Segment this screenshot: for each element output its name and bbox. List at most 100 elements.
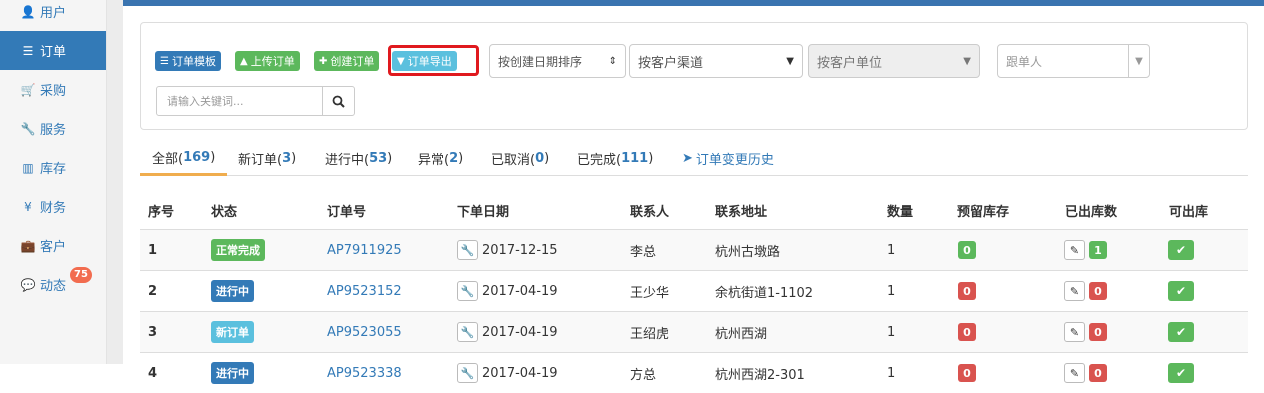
table-row: 2 进行中 AP9523152 🔧 2017-04-19 王少华 余杭街道1-1102 1 0 ✎…	[140, 270, 1248, 311]
user-icon: 👤	[20, 4, 36, 19]
check-icon[interactable]: ✔	[1168, 281, 1194, 301]
button-label: 订单模板	[171, 55, 216, 68]
sidebar-item-orders[interactable]: ☰ 订单	[0, 31, 106, 70]
wrench-icon[interactable]: 🔧	[457, 322, 478, 342]
table-row: 4 进行中 AP9523338 🔧 2017-04-19 方总 杭州西湖2-301 1 0 ✎ 0 ✔	[140, 352, 1248, 393]
tab-count: 53	[369, 151, 388, 166]
tab-cancelled[interactable]: 已取消(0)	[491, 142, 549, 175]
order-date: 2017-04-19	[482, 283, 558, 299]
unit-select[interactable]: 按客户单位 ▼	[808, 44, 980, 78]
tab-label: 进行中(	[325, 153, 370, 168]
caret-down-icon: ▼	[963, 55, 971, 67]
sidebar-item-inventory[interactable]: ▥ 库存	[0, 148, 106, 187]
filter-panel: ☰ 订单模板 ▲ 上传订单 ✚ 创建订单 ▼ 订单导出 按创建日期排序 ⇕ 按客…	[140, 22, 1248, 130]
check-icon[interactable]: ✔	[1168, 363, 1194, 383]
history-link-label: 订单变更历史	[695, 153, 774, 168]
shipped-count-badge: 1	[1089, 241, 1107, 259]
tab-abnormal[interactable]: 异常(2)	[418, 142, 463, 175]
sidebar-item-users[interactable]: 👤 用户	[0, 0, 106, 31]
tab-label: 异常(	[418, 153, 450, 168]
shipped-count-badge: 0	[1089, 364, 1107, 382]
upload-icon: ▲	[240, 55, 248, 67]
search-input[interactable]: 请输入关键词...	[156, 86, 323, 116]
row-index: 2	[148, 283, 158, 299]
tab-label: 新订单(	[238, 153, 283, 168]
quantity: 1	[887, 283, 896, 299]
upload-order-button[interactable]: ▲ 上传订单	[235, 51, 300, 71]
contact-name: 王绍虎	[630, 326, 670, 342]
table-row: 1 正常完成 AP7911925 🔧 2017-12-15 李总 杭州古墩路 1 0 ✎ 1 ✔	[140, 229, 1248, 270]
cart-icon: 🛒	[20, 82, 36, 97]
sidebar-item-label: 客户	[40, 240, 67, 255]
notification-badge: 75	[70, 267, 92, 283]
tab-all[interactable]: 全部(169)	[140, 142, 228, 176]
header-qty: 数量	[887, 204, 914, 220]
pencil-icon[interactable]: ✎	[1064, 322, 1085, 342]
tab-label: )	[648, 151, 654, 166]
search-icon	[332, 95, 345, 108]
search-placeholder: 请输入关键词...	[167, 95, 244, 108]
orders-table: 序号 状态 订单号 下单日期 联系人 联系地址 数量 预留库存 已出库数 可出库…	[140, 191, 1248, 393]
row-index: 1	[148, 242, 158, 258]
follower-select[interactable]: 跟单人 ▼	[997, 44, 1150, 78]
table-header: 序号 状态 订单号 下单日期 联系人 联系地址 数量 预留库存 已出库数 可出库	[140, 191, 1248, 229]
tab-label: )	[544, 151, 550, 166]
order-history-link[interactable]: ➤ 订单变更历史	[682, 142, 774, 175]
unit-select-value: 按客户单位	[817, 55, 883, 71]
channel-select[interactable]: 按客户渠道 ▼	[629, 44, 803, 78]
order-number-link[interactable]: AP9523055	[327, 325, 402, 340]
sort-select[interactable]: 按创建日期排序 ⇕	[489, 44, 626, 78]
table-row: 3 新订单 AP9523055 🔧 2017-04-19 王绍虎 杭州西湖 1 0 ✎ 0 ✔	[140, 311, 1248, 352]
search-button[interactable]	[322, 86, 355, 116]
order-number-link[interactable]: AP7911925	[327, 243, 402, 258]
wrench-icon[interactable]: 🔧	[457, 240, 478, 260]
follower-placeholder: 跟单人	[1006, 54, 1043, 69]
wrench-icon: 🔧	[20, 121, 36, 136]
header-date: 下单日期	[457, 204, 510, 220]
export-highlight-box	[388, 45, 479, 76]
tab-label: )	[387, 151, 393, 166]
quantity: 1	[887, 365, 896, 381]
tab-label: )	[458, 151, 464, 166]
tab-in-progress[interactable]: 进行中(53)	[325, 142, 392, 175]
check-icon[interactable]: ✔	[1168, 322, 1194, 342]
create-order-button[interactable]: ✚ 创建订单	[314, 51, 380, 71]
button-label: 上传订单	[250, 55, 295, 68]
header-reserved: 预留库存	[957, 204, 1010, 220]
wrench-icon[interactable]: 🔧	[457, 363, 478, 383]
sidebar-item-purchase[interactable]: 🛒 采购	[0, 70, 106, 109]
wrench-icon[interactable]: 🔧	[457, 281, 478, 301]
reserved-stock-badge: 0	[958, 241, 976, 259]
pencil-icon[interactable]: ✎	[1064, 240, 1085, 260]
order-number-link[interactable]: AP9523338	[327, 366, 402, 381]
tab-label: 全部(	[152, 152, 184, 167]
header-shipped: 已出库数	[1065, 204, 1118, 220]
main-content: ☰ 订单模板 ▲ 上传订单 ✚ 创建订单 ▼ 订单导出 按创建日期排序 ⇕ 按客…	[123, 6, 1264, 384]
tab-count: 2	[449, 151, 459, 166]
order-template-button[interactable]: ☰ 订单模板	[155, 51, 221, 71]
pencil-icon[interactable]: ✎	[1064, 281, 1085, 301]
header-address: 联系地址	[715, 204, 768, 220]
status-badge: 进行中	[211, 362, 254, 384]
updown-icon: ⇕	[608, 55, 617, 67]
reserved-stock-badge: 0	[958, 364, 976, 382]
check-icon[interactable]: ✔	[1168, 240, 1194, 260]
tab-count: 111	[621, 151, 649, 166]
caret-down-icon: ▼	[1128, 45, 1149, 77]
pencil-icon[interactable]: ✎	[1064, 363, 1085, 383]
sidebar-item-label: 动态	[40, 279, 67, 294]
sidebar-item-activity[interactable]: 💬 动态 75	[0, 265, 106, 304]
sidebar-item-label: 服务	[40, 123, 67, 138]
tab-new[interactable]: 新订单(3)	[238, 142, 296, 175]
caret-down-icon: ▼	[786, 55, 794, 67]
tab-label: 已取消(	[491, 153, 536, 168]
sidebar-item-customers[interactable]: 💼 客户	[0, 226, 106, 265]
contact-name: 李总	[630, 244, 657, 260]
order-date: 2017-04-19	[482, 365, 558, 381]
sidebar-item-finance[interactable]: ¥ 财务	[0, 187, 106, 226]
order-number-link[interactable]: AP9523152	[327, 284, 402, 299]
sidebar-item-service[interactable]: 🔧 服务	[0, 109, 106, 148]
channel-select-value: 按客户渠道	[638, 55, 704, 71]
tab-completed[interactable]: 已完成(111)	[577, 142, 653, 175]
list-icon: ☰	[22, 43, 34, 58]
